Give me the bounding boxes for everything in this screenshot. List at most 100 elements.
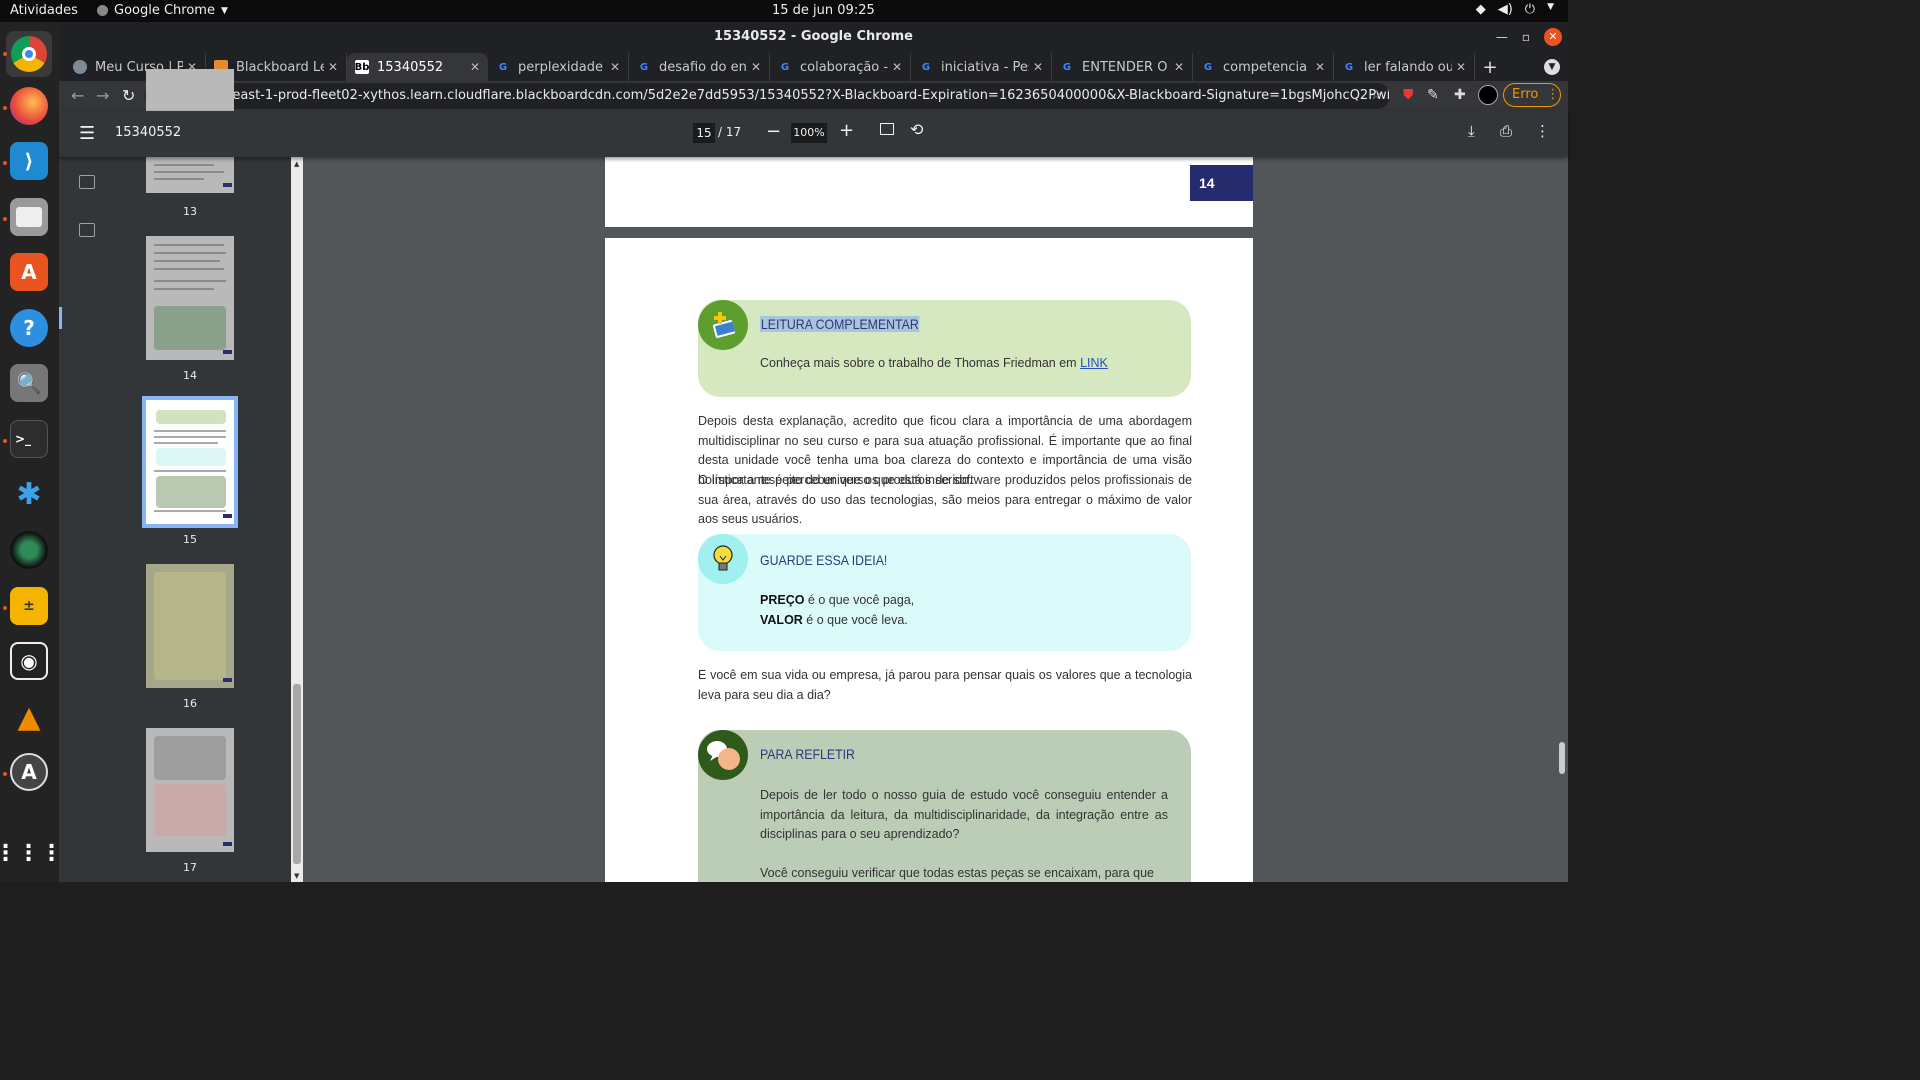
pdf-viewer[interactable]: 14 LEITURA COMPLEMENTAR Conheça mais sob…: [303, 157, 1568, 882]
paragraph-3: E você em sua vida ou empresa, já parou …: [698, 668, 1192, 702]
leitura-complementar-box: LEITURA COMPLEMENTAR Conheça mais sobre …: [698, 300, 1191, 397]
fit-page-icon[interactable]: [880, 123, 894, 135]
viewer-scrollbar[interactable]: [1556, 157, 1568, 882]
address-bar[interactable]: 🔒 learn-us-east-1-prod-fleet02-xythos.le…: [145, 83, 1390, 109]
zoom-out-button[interactable]: −: [766, 121, 781, 142]
tab-title: colaboração - P: [800, 59, 888, 75]
show-apps-icon[interactable]: ⋮⋮⋮: [0, 834, 63, 872]
total-pages: / 17: [718, 125, 742, 139]
system-tray[interactable]: ◆ ◀) ⏻ ▼: [1476, 2, 1554, 17]
software-center-icon[interactable]: A: [10, 253, 48, 291]
current-page: LEITURA COMPLEMENTAR Conheça mais sobre …: [605, 238, 1253, 882]
preco-word: PREÇO: [760, 593, 805, 607]
outline-view-icon[interactable]: [79, 223, 95, 237]
page-number-input[interactable]: 15: [693, 123, 715, 143]
new-tab-button[interactable]: +: [1475, 53, 1505, 81]
kebab-menu-icon: ⋮: [1546, 87, 1560, 102]
tab-entender[interactable]: G ENTENDER O T ✕: [1052, 53, 1193, 81]
app-menu[interactable]: Google Chrome ▼: [97, 3, 228, 18]
refletir-text-2: Você conseguiu verificar que todas estas…: [760, 866, 1154, 880]
help-icon[interactable]: ?: [10, 309, 48, 347]
close-window-button[interactable]: ✕: [1544, 28, 1562, 46]
valor-word: VALOR: [760, 612, 803, 627]
scrollbar-thumb[interactable]: [293, 684, 301, 864]
close-tab-icon[interactable]: ✕: [470, 60, 480, 74]
puzzle-extensions-icon[interactable]: ✚: [1454, 87, 1466, 103]
zoom-in-button[interactable]: +: [839, 120, 854, 141]
scroll-up-icon[interactable]: ▲: [294, 160, 299, 168]
more-options-icon[interactable]: ⋮: [1535, 122, 1550, 140]
vscode-icon[interactable]: ⟩: [10, 142, 48, 180]
close-tab-icon[interactable]: ✕: [328, 60, 338, 74]
selected-indicator: [59, 307, 62, 329]
scrollbar-thumb[interactable]: [1559, 742, 1565, 774]
back-button[interactable]: ←: [71, 86, 84, 105]
error-label: Erro: [1512, 87, 1539, 102]
close-tab-icon[interactable]: ✕: [610, 60, 620, 74]
image-viewer-icon[interactable]: 🔍: [10, 364, 48, 402]
extension-icon[interactable]: ✎: [1427, 87, 1439, 103]
bookmark-star-icon[interactable]: ☆: [1370, 83, 1382, 109]
tab-colaboracao[interactable]: Gcolaboração - P ✕: [770, 53, 911, 81]
clock[interactable]: 15 de jun 09:25: [772, 3, 875, 18]
thumbnail-label: 17: [183, 861, 197, 874]
tab-title: 15340552: [377, 59, 444, 75]
tab-competencia[interactable]: Gcompetencia - P ✕: [1193, 53, 1334, 81]
activities-button[interactable]: Atividades: [10, 3, 78, 18]
terminal-icon[interactable]: >_: [10, 420, 48, 458]
page-thumbnail-current[interactable]: [142, 396, 238, 528]
thumbnail-label: 16: [183, 697, 197, 710]
tab-ler-falando[interactable]: Gler falando ou p ✕: [1334, 53, 1475, 81]
url-text: learn-us-east-1-prod-fleet02-xythos.lear…: [175, 88, 1390, 103]
shield-extension-icon[interactable]: ⛊: [1403, 87, 1414, 103]
close-tab-icon[interactable]: ✕: [892, 60, 902, 74]
reload-button[interactable]: ↻: [122, 86, 135, 105]
sidebar-scrollbar[interactable]: ▲ ▼: [291, 157, 303, 882]
files-icon[interactable]: [10, 198, 48, 236]
chrome-small-icon: [97, 5, 108, 16]
profile-error-button[interactable]: Erro ⋮: [1503, 83, 1561, 107]
page-thumbnail[interactable]: [146, 236, 234, 360]
page-thumbnail[interactable]: [146, 564, 234, 688]
firefox-icon[interactable]: [10, 87, 48, 125]
scroll-down-icon[interactable]: ▼: [294, 872, 299, 880]
thumbnails-view-icon[interactable]: [79, 175, 95, 189]
paragraph-2: O importante é perceber que os produtos …: [698, 473, 1192, 527]
close-tab-icon[interactable]: ✕: [751, 60, 761, 74]
close-tab-icon[interactable]: ✕: [1315, 60, 1325, 74]
running-indicator: [3, 606, 7, 610]
thumbnail-label: 13: [183, 205, 197, 218]
tab-search-button[interactable]: ▼: [1544, 59, 1560, 75]
close-tab-icon[interactable]: ✕: [1174, 60, 1184, 74]
screenshot-icon[interactable]: ◉: [10, 642, 48, 680]
profile-avatar[interactable]: [1478, 85, 1498, 105]
chrome-icon[interactable]: [6, 31, 52, 77]
hamburger-menu-icon[interactable]: ☰: [79, 123, 95, 144]
close-tab-icon[interactable]: ✕: [1033, 60, 1043, 74]
calculator-icon[interactable]: ±: [10, 587, 48, 625]
app-store-icon[interactable]: A: [10, 753, 48, 791]
cross-app-icon[interactable]: ✱: [10, 475, 48, 513]
vlc-icon[interactable]: ▲: [10, 698, 48, 736]
print-icon[interactable]: ⎙: [1500, 122, 1512, 140]
tab-15340552[interactable]: Bb 15340552 ✕: [347, 53, 488, 81]
minimize-button[interactable]: —: [1496, 30, 1508, 44]
zoom-input[interactable]: 100%: [791, 123, 827, 143]
tab-perplexidade[interactable]: Gperplexidade - P ✕: [488, 53, 629, 81]
refletir-heading: PARA REFLETIR: [760, 746, 855, 762]
window-controls: — ▫ ✕: [1496, 28, 1562, 46]
leitura-text: Conheça mais sobre o trabalho de Thomas …: [760, 354, 1168, 374]
forward-button[interactable]: →: [96, 86, 109, 105]
maximize-button[interactable]: ▫: [1522, 30, 1530, 44]
download-icon[interactable]: ⤓: [1468, 122, 1475, 140]
leitura-link[interactable]: LINK: [1080, 356, 1108, 370]
page-thumbnail[interactable]: [146, 728, 234, 852]
webcam-icon[interactable]: [10, 531, 48, 569]
tab-title: Blackboard Lea: [236, 59, 324, 75]
tab-iniciativa[interactable]: Giniciativa - Pesq ✕: [911, 53, 1052, 81]
close-tab-icon[interactable]: ✕: [1456, 60, 1466, 74]
para-refletir-box: PARA REFLETIR Depois de ler todo o nosso…: [698, 730, 1191, 882]
preco-rest: é o que você paga,: [804, 593, 915, 607]
tab-desafio[interactable]: Gdesafio do ensi ✕: [629, 53, 770, 81]
rotate-icon[interactable]: ⟲: [910, 120, 923, 139]
